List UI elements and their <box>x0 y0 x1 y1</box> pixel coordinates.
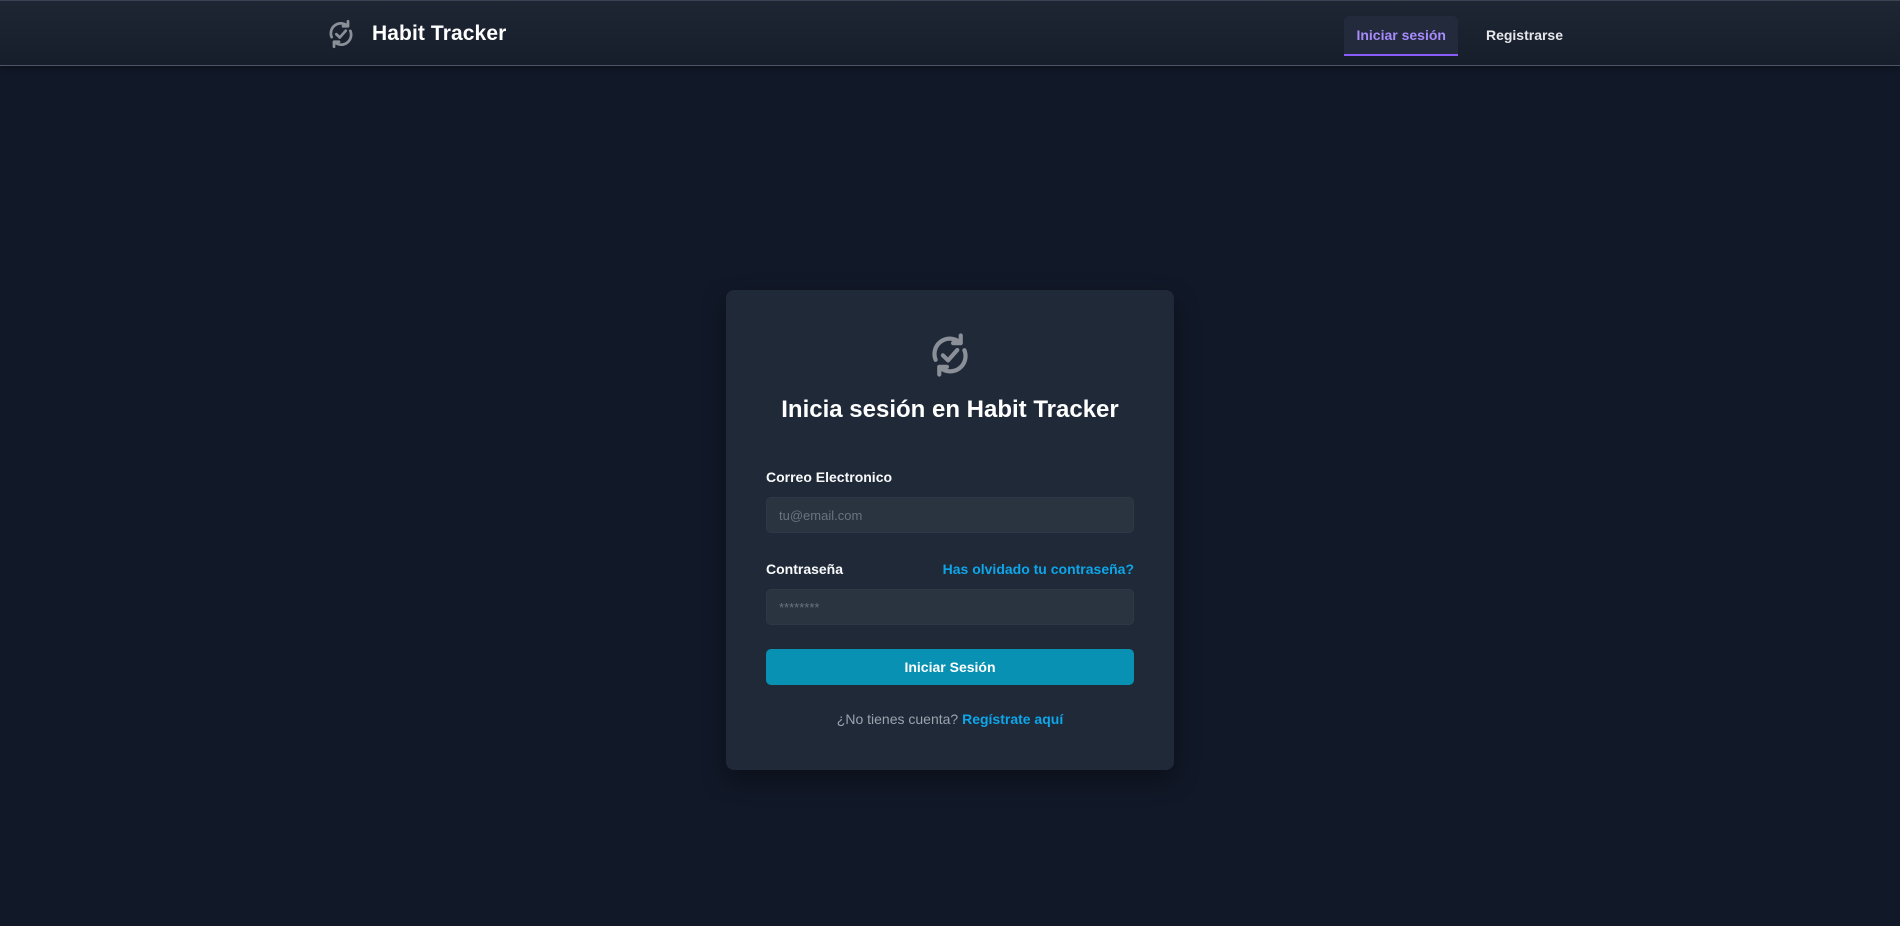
register-link[interactable]: Regístrate aquí <box>962 711 1063 727</box>
brand-link[interactable]: Habit Tracker <box>326 15 506 53</box>
password-label: Contraseña <box>766 561 844 577</box>
login-submit-button[interactable]: Iniciar Sesión <box>766 649 1134 685</box>
top-navbar: Habit Tracker Iniciar sesión Registrarse <box>0 0 1900 66</box>
email-field[interactable] <box>766 497 1134 533</box>
no-account-text: ¿No tienes cuenta? <box>836 711 959 727</box>
nav-login[interactable]: Iniciar sesión <box>1344 16 1458 56</box>
email-label: Correo Electronico <box>766 469 893 485</box>
password-field[interactable] <box>766 589 1134 625</box>
forgot-password-link[interactable]: Has olvidado tu contraseña? <box>943 561 1134 577</box>
login-title: Inicia sesión en Habit Tracker <box>781 396 1119 423</box>
register-prompt: ¿No tienes cuenta? Regístrate aquí <box>726 711 1174 727</box>
sync-check-icon <box>326 19 356 49</box>
brand-name: Habit Tracker <box>372 22 507 45</box>
main-nav: Iniciar sesión Registrarse <box>1344 16 1575 56</box>
login-card: Inicia sesión en Habit Tracker Correo El… <box>726 290 1174 770</box>
sync-check-icon <box>927 332 973 378</box>
nav-register[interactable]: Registrarse <box>1474 16 1575 56</box>
